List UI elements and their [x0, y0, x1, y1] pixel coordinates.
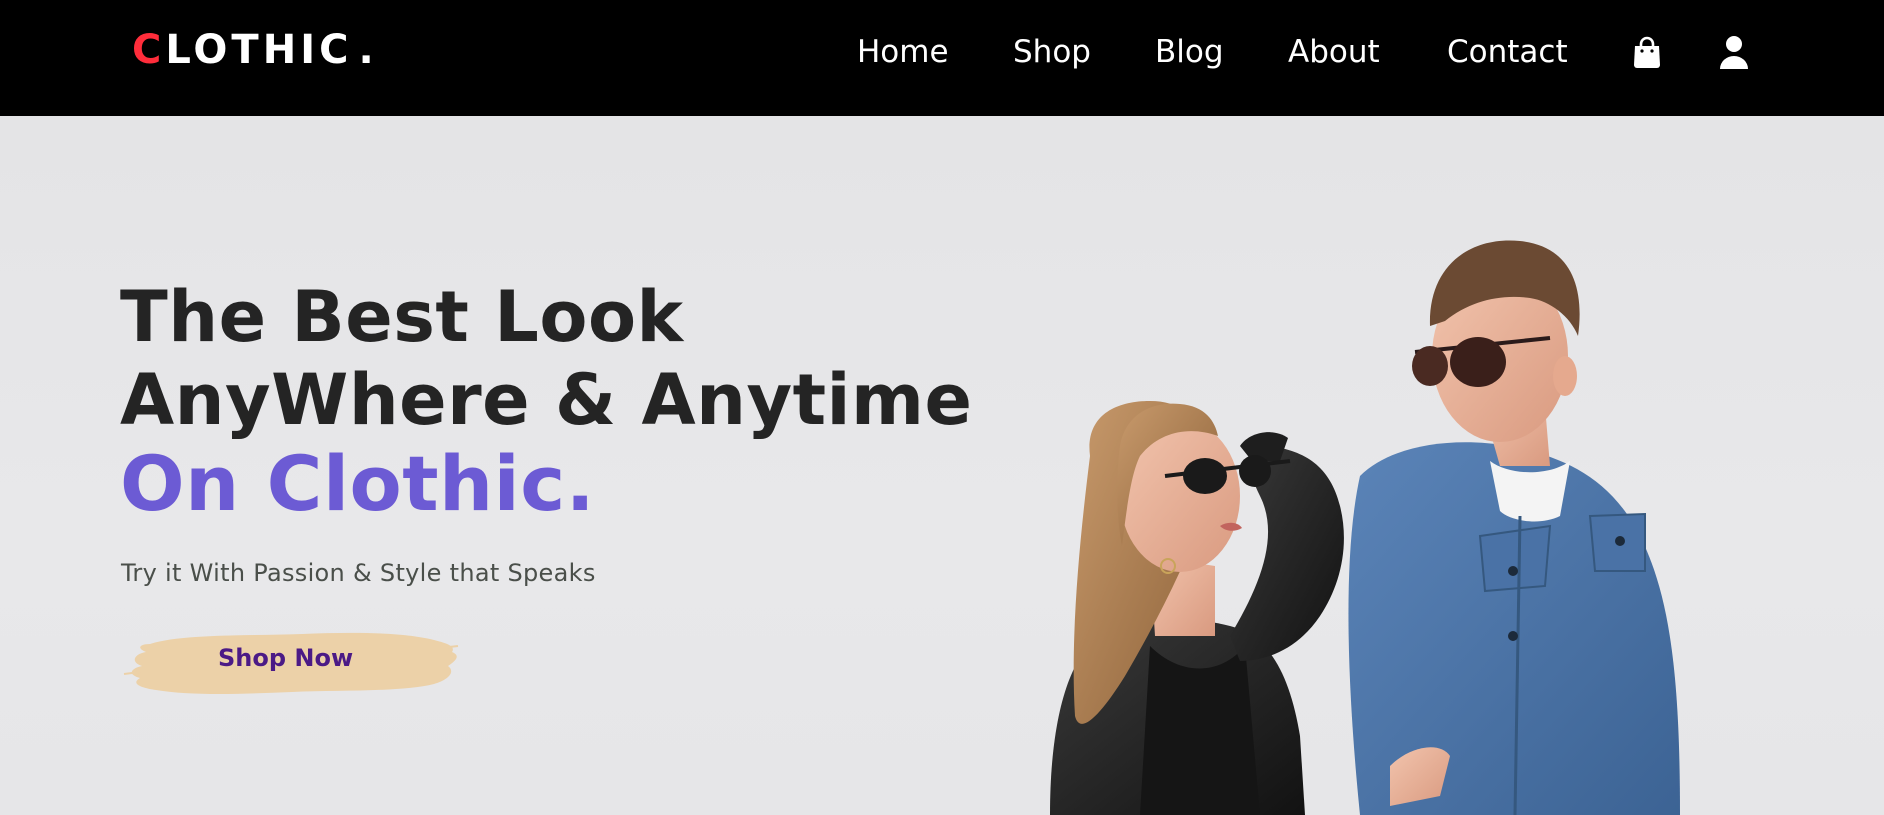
user-icon[interactable]	[1716, 32, 1752, 72]
logo-text: LOTHIC	[165, 27, 353, 73]
shop-now-button[interactable]: Shop Now	[122, 622, 462, 704]
hero-title-line1: The Best Look	[120, 276, 684, 358]
nav-about[interactable]: About	[1288, 30, 1380, 74]
nav-shop[interactable]: Shop	[1013, 30, 1091, 74]
hero-subtitle: Try it With Passion & Style that Speaks	[121, 559, 596, 587]
hero-title-line3: On Clothic.	[120, 439, 596, 528]
shop-now-label: Shop Now	[218, 644, 354, 672]
hero-models-image	[1050, 240, 1680, 815]
shopping-bag-icon[interactable]	[1629, 32, 1665, 72]
nav-blog[interactable]: Blog	[1155, 30, 1224, 74]
site-header: CLOTHIC. Home Shop Blog About Contact	[0, 0, 1884, 116]
nav-contact[interactable]: Contact	[1447, 30, 1568, 74]
nav-home[interactable]: Home	[857, 30, 949, 74]
brand-logo[interactable]: CLOTHIC.	[132, 26, 378, 74]
logo-first-letter: C	[132, 27, 166, 73]
hero-title-line2: AnyWhere & Anytime	[120, 359, 973, 441]
logo-dot: .	[358, 27, 378, 73]
hero-section: The Best Look AnyWhere & Anytime On Clot…	[0, 116, 1884, 815]
